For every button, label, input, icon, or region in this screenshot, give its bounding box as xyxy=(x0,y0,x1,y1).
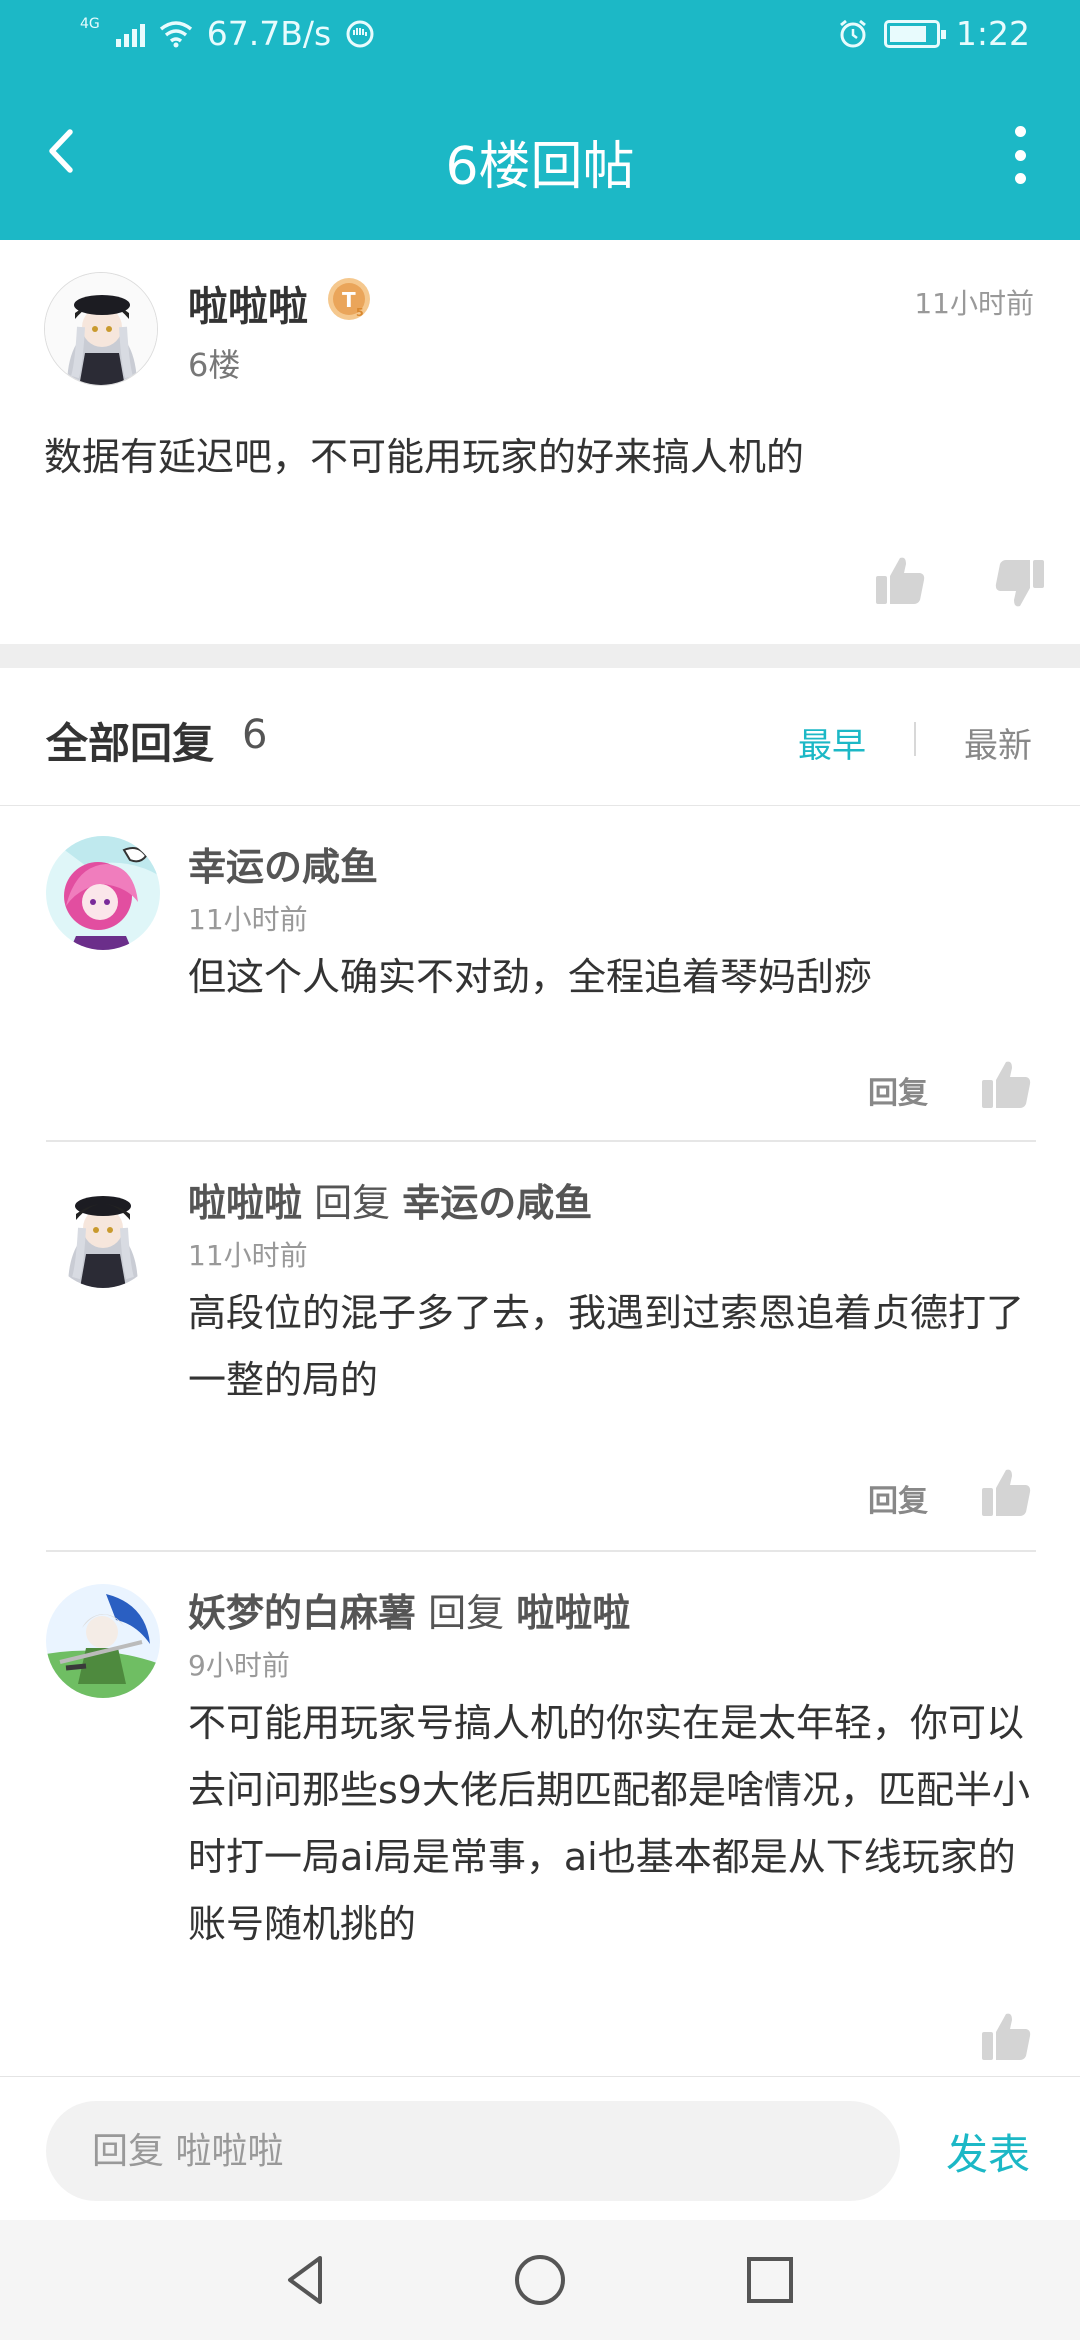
reply-content: 但这个人确实不对劲，全程追着琴妈刮痧 xyxy=(188,955,873,999)
reply-time: 9小时前 xyxy=(188,1649,290,1682)
thumbs-up-icon[interactable] xyxy=(872,552,928,608)
network-speed: 67.7B/s xyxy=(206,14,332,53)
back-triangle-icon[interactable] xyxy=(276,2248,340,2312)
thumbs-up-icon[interactable] xyxy=(978,1464,1034,1520)
level-badge: T5 xyxy=(328,278,370,320)
page-title: 6楼回帖 xyxy=(445,137,635,197)
reply-item: 啦啦啦 回复 幸运の咸鱼 11小时前 高段位的混子多了去，我遇到过索恩追着贞德打… xyxy=(0,1142,1080,1552)
vpn-icon xyxy=(346,20,374,47)
reply-content: 高段位的混子多了去，我遇到过索恩追着贞德打了一整的局的 xyxy=(188,1291,1025,1402)
svg-text:T: T xyxy=(342,288,356,312)
thumbs-up-icon[interactable] xyxy=(978,1056,1034,1112)
post-author[interactable]: 啦啦啦 xyxy=(188,274,308,332)
post-time: 11小时前 xyxy=(914,287,1034,320)
network-type: 4G xyxy=(80,15,100,32)
status-bar: 4G 67.7B/s 1:22 xyxy=(0,0,1080,72)
reply-time: 11小时前 xyxy=(188,903,308,936)
clock: 1:22 xyxy=(955,14,1030,53)
sort-separator xyxy=(914,722,916,756)
thumbs-up-icon[interactable] xyxy=(978,2008,1034,2064)
system-nav-bar xyxy=(0,2220,1080,2340)
post-content: 数据有延迟吧，不可能用玩家的好来搞人机的 xyxy=(44,435,805,479)
battery-icon xyxy=(883,19,946,48)
reply-item: 幸运の咸鱼 11小时前 但这个人确实不对劲，全程追着琴妈刮痧 回复 xyxy=(0,806,1080,1142)
main-post: 啦啦啦 T5 11小时前 6楼 数据有延迟吧，不可能用玩家的好来搞人机的 xyxy=(0,240,1080,644)
reply-composer: 发表 xyxy=(0,2076,1080,2220)
reply-target[interactable]: 幸运の咸鱼 xyxy=(402,1181,592,1225)
replies-header: 全部回复 6 最早 最新 xyxy=(0,668,1080,806)
reply-to-label: 回复 xyxy=(428,1591,505,1635)
reply-target[interactable]: 啦啦啦 xyxy=(516,1591,630,1635)
home-circle-icon[interactable] xyxy=(508,2248,572,2312)
avatar[interactable] xyxy=(46,1174,160,1288)
reply-button[interactable]: 回复 xyxy=(868,1476,928,1520)
recents-square-icon[interactable] xyxy=(738,2248,802,2312)
replies-count: 6 xyxy=(242,712,268,758)
avatar[interactable] xyxy=(46,1584,160,1698)
avatar[interactable] xyxy=(44,272,158,386)
status-left: 4G 67.7B/s xyxy=(80,14,375,53)
section-divider xyxy=(0,644,1080,668)
reply-item: 妖梦的白麻薯 回复 啦啦啦 9小时前 不可能用玩家号搞人机的你实在是太年轻，你可… xyxy=(0,1552,1080,2076)
thumbs-down-icon[interactable] xyxy=(992,556,1048,612)
replies-title: 全部回复 xyxy=(46,719,215,768)
sort-latest-tab[interactable]: 最新 xyxy=(964,718,1032,767)
wifi-icon xyxy=(159,20,192,47)
reply-time: 11小时前 xyxy=(188,1239,308,1272)
post-floor: 6楼 xyxy=(188,346,241,384)
reply-author[interactable]: 幸运の咸鱼 xyxy=(188,836,378,891)
avatar[interactable] xyxy=(46,836,160,950)
app-header: 6楼回帖 xyxy=(0,72,1080,240)
signal-icon xyxy=(115,21,145,47)
reply-button[interactable]: 回复 xyxy=(868,1068,928,1112)
alarm-icon xyxy=(839,19,866,47)
reply-author[interactable]: 妖梦的白麻薯 回复 啦啦啦 xyxy=(188,1582,630,1637)
sort-earliest-tab[interactable]: 最早 xyxy=(798,718,866,767)
svg-text:5: 5 xyxy=(356,306,364,319)
reply-to-label: 回复 xyxy=(314,1181,391,1225)
more-vertical-icon[interactable] xyxy=(1000,120,1040,190)
send-button[interactable]: 发表 xyxy=(946,2121,1030,2182)
reply-author[interactable]: 啦啦啦 回复 幸运の咸鱼 xyxy=(188,1172,592,1227)
status-right: 1:22 xyxy=(838,14,1030,53)
reply-input[interactable] xyxy=(46,2101,900,2201)
reply-content: 不可能用玩家号搞人机的你实在是太年轻，你可以去问问那些s9大佬后期匹配都是啥情况… xyxy=(188,1701,1030,1946)
